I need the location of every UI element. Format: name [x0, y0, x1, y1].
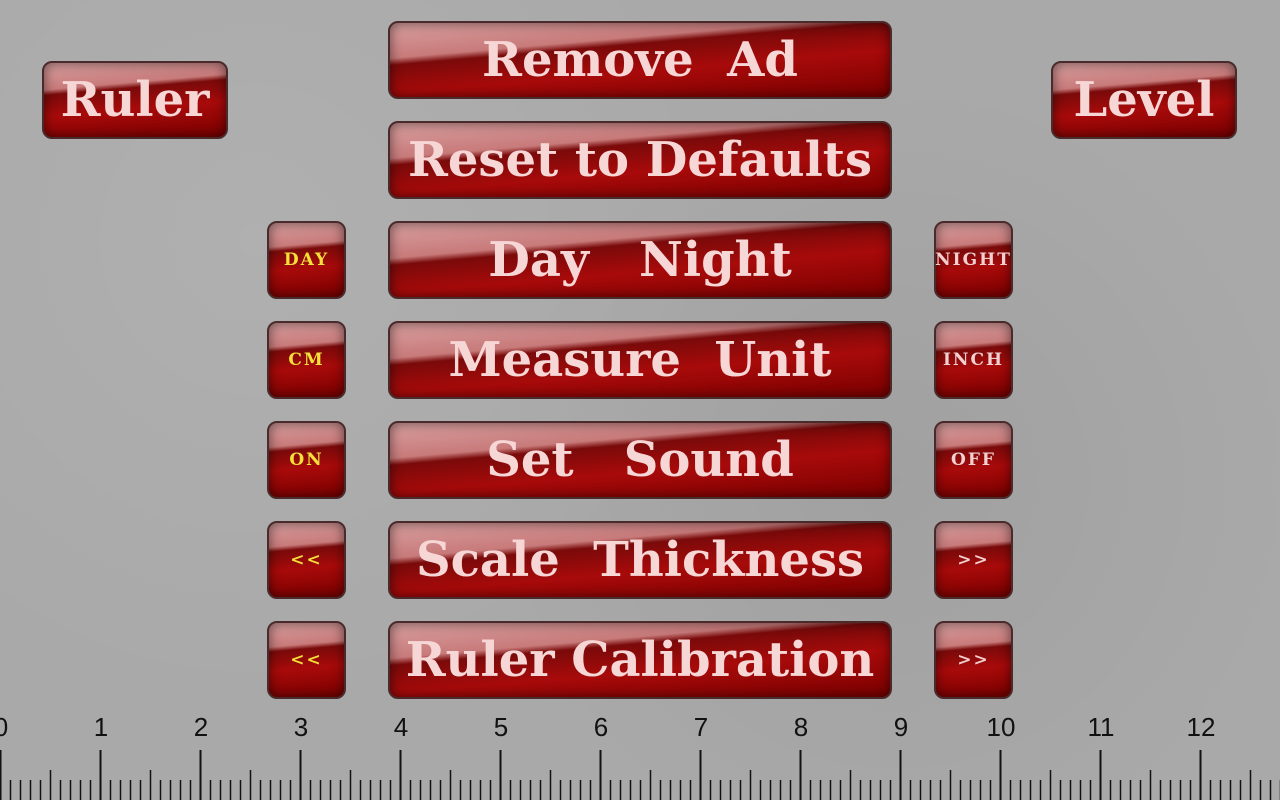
ruler-label: 7 — [694, 712, 708, 742]
scale-thickness-left-button[interactable]: << — [267, 521, 346, 599]
ruler-calibration-left-button[interactable]: << — [267, 621, 346, 699]
ruler-label: 9 — [894, 712, 908, 742]
set-sound-left-button[interactable]: ON — [267, 421, 346, 499]
measure-unit-left-button[interactable]: CM — [267, 321, 346, 399]
day-night-right-button[interactable]: NIGHT — [934, 221, 1013, 299]
ruler-label: 8 — [794, 712, 808, 742]
level-button[interactable]: Level — [1051, 61, 1237, 139]
ruler-label: 12 — [1187, 712, 1216, 742]
ruler-label: 5 — [494, 712, 508, 742]
measure-unit-button[interactable]: Measure Unit — [388, 321, 892, 399]
set-sound-button[interactable]: Set Sound — [388, 421, 892, 499]
ruler-label: 1 — [94, 712, 108, 742]
ruler-label: 6 — [594, 712, 608, 742]
ruler-label: 0 — [0, 712, 8, 742]
measure-unit-right-button[interactable]: INCH — [934, 321, 1013, 399]
ruler-calibration-right-button[interactable]: >> — [934, 621, 1013, 699]
remove-ad-button[interactable]: Remove Ad — [388, 21, 892, 99]
ruler-label: 2 — [194, 712, 208, 742]
ruler-label: 3 — [294, 712, 308, 742]
ruler-scale: 0 1 2 3 4 5 6 7 8 9 10 11 12 — [0, 712, 1280, 800]
ruler-calibration-button[interactable]: Ruler Calibration — [388, 621, 892, 699]
day-night-left-button[interactable]: DAY — [267, 221, 346, 299]
ruler-label: 4 — [394, 712, 408, 742]
ruler-label: 11 — [1088, 712, 1115, 742]
scale-thickness-right-button[interactable]: >> — [934, 521, 1013, 599]
ruler-label: 10 — [987, 712, 1016, 742]
scale-thickness-button[interactable]: Scale Thickness — [388, 521, 892, 599]
day-night-button[interactable]: Day Night — [388, 221, 892, 299]
ruler-button[interactable]: Ruler — [42, 61, 228, 139]
set-sound-right-button[interactable]: OFF — [934, 421, 1013, 499]
reset-defaults-button[interactable]: Reset to Defaults — [388, 121, 892, 199]
